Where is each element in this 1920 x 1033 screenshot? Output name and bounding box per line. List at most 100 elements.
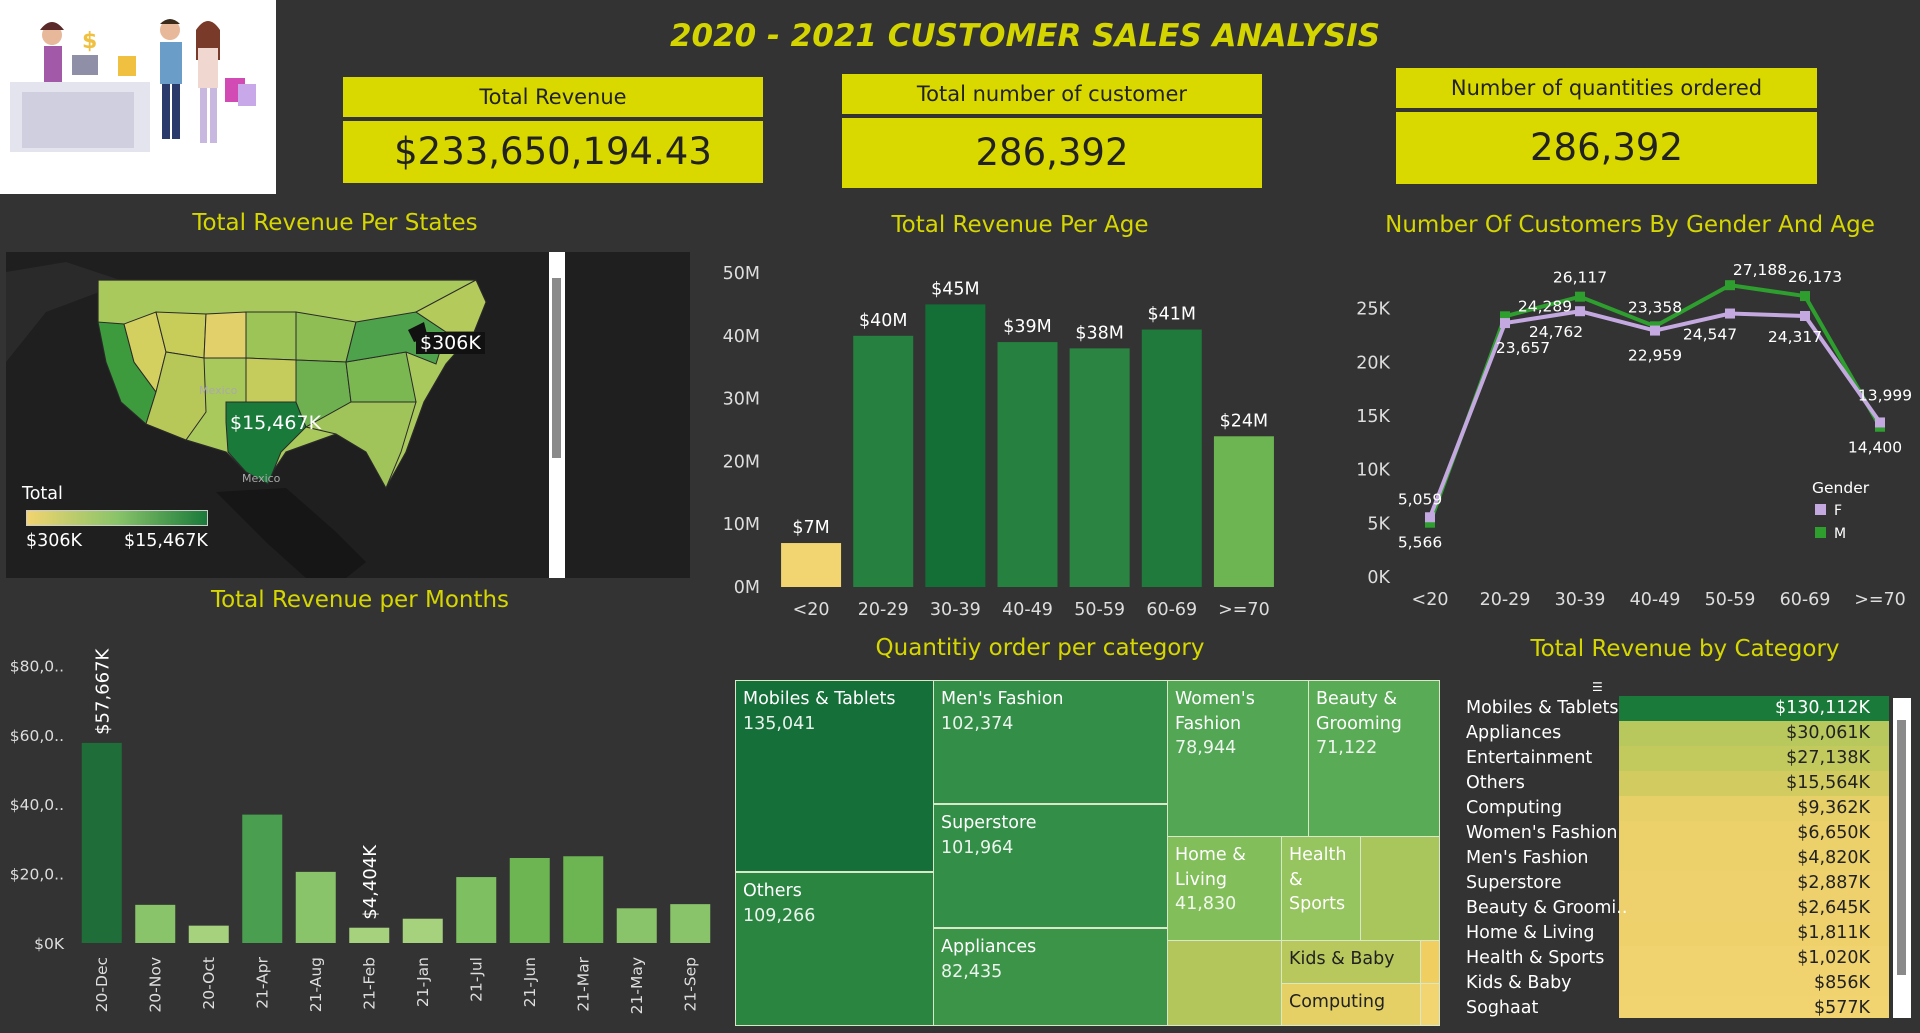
- revenue-by-category-table: Mobiles & Tablets $130,112K Appliances $30,…: [1460, 696, 1910, 1018]
- category-row[interactable]: Superstore $2,887K: [1460, 871, 1908, 896]
- kpi-total-revenue-value: $233,650,194.43: [343, 121, 763, 183]
- treemap-cell[interactable]: Appliances 82,435: [933, 928, 1169, 1026]
- category-row[interactable]: Kids & Baby $856K: [1460, 971, 1908, 996]
- treemap-cell[interactable]: Men's Fashion 102,374: [933, 680, 1169, 804]
- filter-icon[interactable]: ☰: [1592, 680, 1603, 694]
- y-tick-label: 25K: [1356, 300, 1390, 320]
- series-point: [1725, 280, 1735, 291]
- category-row[interactable]: Health & Sports $1,020K: [1460, 946, 1908, 971]
- treemap-cell[interactable]: Women's Fashion 78,944: [1167, 680, 1310, 837]
- legend-label: M: [1834, 526, 1846, 542]
- x-tick-label: 21-Aug: [307, 957, 325, 1012]
- category-row[interactable]: Computing $9,362K: [1460, 796, 1908, 821]
- age-chart-title: Total Revenue Per Age: [891, 212, 1149, 238]
- category-name: Kids & Baby: [1466, 973, 1572, 993]
- category-name: Health & Sports: [1466, 948, 1605, 968]
- category-name: Appliances: [1466, 723, 1562, 743]
- treemap-cell[interactable]: [1167, 940, 1282, 1026]
- treemap-cell[interactable]: Superstore 101,964: [933, 804, 1169, 928]
- bar: [402, 918, 443, 943]
- treemap-title: Quantitiy order per category: [875, 635, 1205, 661]
- customers-gender-age-chart: 0K 5K 10K 15K 20K 25K <20 20-29 30-39 40-49 50-59 6…: [1356, 261, 1912, 610]
- treemap-cell[interactable]: Mobiles & Tablets 135,041: [735, 680, 935, 872]
- bar: [1213, 436, 1274, 587]
- map-legend-gradient: [26, 510, 208, 526]
- treemap-cell[interactable]: [1360, 836, 1440, 941]
- map-label-low: $306K: [416, 332, 485, 354]
- y-tick-label: $0K: [34, 935, 65, 953]
- dashboard-title: 2020 - 2021 CUSTOMER SALES ANALYSIS: [669, 18, 1381, 54]
- bar: [563, 856, 604, 943]
- treemap-cell-value: 101,964: [941, 837, 1014, 858]
- y-tick-label: 5K: [1367, 514, 1390, 534]
- treemap-cell[interactable]: [1420, 983, 1440, 1026]
- category-row[interactable]: Others $15,564K: [1460, 771, 1908, 796]
- data-label: $45M: [931, 279, 980, 299]
- map-scrollbar-thumb: [552, 278, 561, 458]
- category-row[interactable]: Appliances $30,061K: [1460, 721, 1908, 746]
- series-point: [1875, 417, 1885, 428]
- treemap-cell[interactable]: Health & Sports: [1281, 836, 1361, 941]
- x-tick-label: 20-Oct: [200, 957, 218, 1010]
- map-title: Total Revenue Per States: [192, 210, 478, 236]
- category-name: Entertainment: [1466, 748, 1593, 768]
- x-tick-label: 20-Dec: [93, 957, 111, 1012]
- series-point: [1575, 306, 1585, 317]
- treemap-cell[interactable]: Home & Living 41,830: [1167, 836, 1282, 941]
- x-tick-label: 50-59: [1705, 590, 1756, 610]
- x-tick-label: 21-Jul: [467, 957, 485, 1002]
- data-label-m: 24,289: [1518, 297, 1572, 315]
- data-label-f: 24,547: [1683, 326, 1737, 344]
- category-row[interactable]: Men's Fashion $4,820K: [1460, 846, 1908, 871]
- bar: [781, 543, 842, 587]
- category-row[interactable]: Home & Living $1,811K: [1460, 921, 1908, 946]
- map-canvas: Mexico: [6, 252, 565, 578]
- treemap-cell[interactable]: Others 109,266: [735, 872, 935, 1026]
- category-table-title: Total Revenue by Category: [1530, 636, 1840, 662]
- data-label: $4,404K: [360, 844, 381, 920]
- bar: [295, 871, 336, 943]
- treemap-cell[interactable]: Beauty & Grooming 71,122: [1308, 680, 1440, 837]
- quantity-treemap: Mobiles & Tablets 135,041 Others 109,266…: [735, 680, 1440, 1026]
- category-value: $2,887K: [1797, 873, 1870, 893]
- bar: [81, 742, 122, 943]
- series-point: [1725, 308, 1735, 319]
- category-name: Beauty & Groomi..: [1466, 898, 1628, 918]
- kpi-total-customers-value: 286,392: [842, 118, 1262, 188]
- category-name: Men's Fashion: [1466, 848, 1589, 868]
- x-tick-label: 20-Nov: [146, 957, 164, 1013]
- bar: [1141, 329, 1202, 587]
- category-name: Women's Fashion: [1466, 823, 1618, 843]
- treemap-cell[interactable]: Kids & Baby: [1281, 940, 1421, 984]
- category-row[interactable]: Soghaat $577K: [1460, 996, 1908, 1018]
- treemap-cell[interactable]: [1420, 940, 1440, 984]
- data-label: $24M: [1220, 411, 1269, 431]
- data-label-f: 5,566: [1398, 533, 1442, 551]
- category-row[interactable]: Mobiles & Tablets $130,112K: [1460, 696, 1908, 721]
- y-tick-label: 10M: [723, 515, 760, 535]
- category-row[interactable]: Women's Fashion $6,650K: [1460, 821, 1908, 846]
- legend-swatch: [1815, 504, 1826, 515]
- category-value: $9,362K: [1797, 798, 1870, 818]
- data-label: $41M: [1148, 305, 1197, 325]
- category-value: $130,112K: [1775, 698, 1870, 718]
- category-table-scroll-thumb[interactable]: [1897, 720, 1906, 975]
- treemap-cell[interactable]: Computing: [1281, 983, 1421, 1026]
- category-value: $1,020K: [1797, 948, 1870, 968]
- x-tick-label: 20-29: [1480, 590, 1531, 610]
- treemap-cell-name: Computing: [1289, 992, 1386, 1012]
- y-tick-label: $60,0..: [10, 727, 64, 745]
- x-tick-label: 21-Jun: [521, 957, 539, 1007]
- x-tick-label: >=70: [1854, 590, 1906, 610]
- y-tick-label: 10K: [1356, 461, 1390, 481]
- revenue-map[interactable]: Mexico Mexico $306K $15,467K Total $306K…: [6, 252, 690, 578]
- kpi-total-customers-label: Total number of customer: [842, 74, 1262, 114]
- category-row[interactable]: Entertainment $27,138K: [1460, 746, 1908, 771]
- x-tick-label: 40-49: [1002, 600, 1053, 620]
- bar: [925, 304, 986, 587]
- category-table-scrollbar[interactable]: [1893, 698, 1911, 1018]
- data-label-m: 26,117: [1553, 269, 1607, 287]
- series-point: [1425, 512, 1435, 523]
- category-row[interactable]: Beauty & Groomi.. $2,645K: [1460, 896, 1908, 921]
- data-label-f: 22,959: [1628, 347, 1682, 365]
